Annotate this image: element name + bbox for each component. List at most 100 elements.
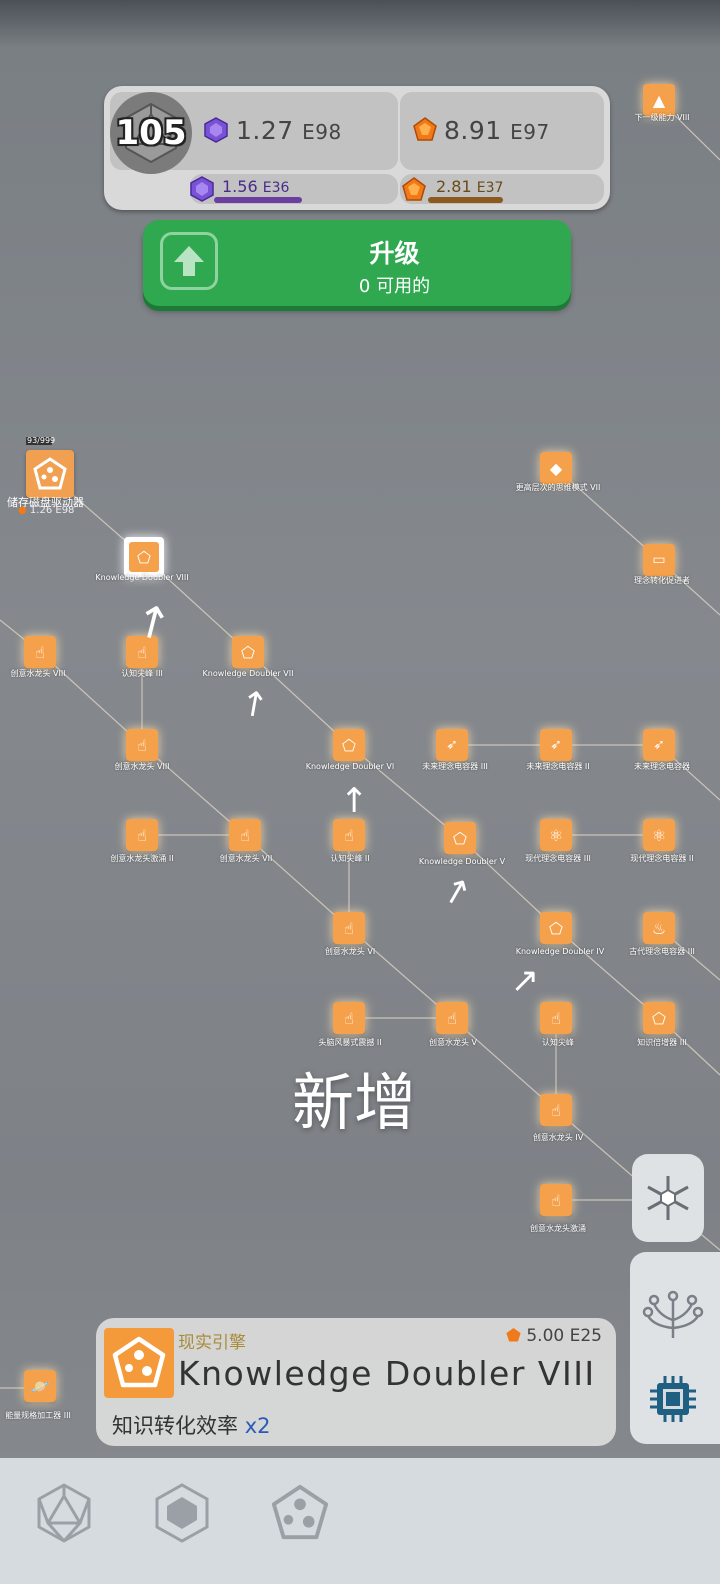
selected-node-card[interactable]: 现实引擎 ⬟ 5.00 E25 Knowledge Doubler VIII 知… [96,1318,616,1446]
node-label: 创意水龙头 VII [219,854,273,863]
node-label: 能量规格加工器 III [5,1411,71,1420]
tree-node[interactable]: ☝ [333,912,365,944]
storage-drive-node[interactable] [26,450,74,498]
cookie-icon: ⬠ [549,918,563,938]
d20-tab-icon [37,1483,91,1543]
cookie-icon: ⬠ [652,1008,666,1028]
purple-gem-icon [204,117,228,147]
node-label: 创意水龙头 V [428,1038,478,1047]
node-label: 未来理念电容器 III [422,762,488,771]
chip-icon: ▭ [652,552,666,568]
network-button[interactable] [632,1154,704,1242]
storage-count: 93/999 [27,436,56,445]
chip-icon [650,1376,696,1422]
upgrade-button[interactable]: 升级 0 可用的 [143,220,571,306]
arrow-up-icon [160,232,218,290]
orange-rate-gem-icon [402,177,426,205]
node-name: Knowledge Doubler VIII [178,1354,596,1393]
node-label: 创意水龙头激涌 [530,1224,586,1233]
hand-icon: ☝ [240,825,250,845]
node-cost: ⬟ 5.00 E25 [506,1326,602,1346]
node-label: 认知尖峰 [542,1038,574,1047]
node-label: 头脑风暴式震撼 II [318,1038,382,1047]
cookie-icon: ⬠ [137,547,151,567]
node-label: 创意水龙头 VI [324,947,376,956]
atom-icon: ⚛ [651,825,667,845]
hand-icon: ☝ [137,825,147,845]
node-effect: 知识转化效率 x2 [112,1414,271,1438]
tree-node[interactable]: ⬠ [540,912,572,944]
node-label: 未来理念电容器 II [526,762,590,771]
tree-node[interactable]: ➶ [436,729,468,761]
tree-node[interactable]: ☝ [24,636,56,668]
guide-arrow: ↑ [236,682,272,728]
level-badge[interactable]: 105 [110,92,192,174]
purple-rate: 1.56 E36 [222,177,290,196]
node-label: Knowledge Doubler V [418,857,506,866]
level-value: 105 [115,113,187,153]
upgrade-available: 0 可用的 [358,276,431,297]
tree-node[interactable]: ☝ [540,1094,572,1126]
rocket-icon: ➶ [653,737,665,753]
node-label: 现代理念电容器 II [630,854,694,863]
node-label: 现代理念电容器 III [525,854,591,863]
orange-rate-progress [428,197,503,203]
tree-node[interactable]: ☝ [229,819,261,851]
tree-node[interactable]: ⚛ [540,819,572,851]
tree-node[interactable]: ⚛ [643,819,675,851]
tree-node[interactable]: ☝ [333,819,365,851]
tree-node-selected[interactable]: ⬠ [124,537,164,577]
node-label: Knowledge Doubler VII [202,669,294,678]
tab-cookie[interactable] [270,1480,330,1546]
flame-icon: ♨ [651,918,667,938]
guide-arrow: ↑ [340,781,369,821]
bottom-tab-bar [0,1458,720,1584]
tree-node[interactable]: ⬠ [643,1002,675,1034]
tree-node[interactable]: ☝ [126,729,158,761]
cookie-icon: ⬠ [453,828,467,848]
tree-node[interactable]: ☝ [333,1002,365,1034]
hand-icon: ☝ [551,1100,561,1120]
cookie-tab-icon [271,1484,329,1540]
upgrade-title: 升级 [369,239,420,268]
orange-rate: 2.81 E37 [436,177,504,196]
tree-node[interactable]: ⬠ [444,822,476,854]
chip-button[interactable] [648,1374,698,1428]
hand-icon: ☝ [551,1008,561,1028]
tree-node[interactable]: ☝ [126,819,158,851]
hand-icon: ☝ [344,825,354,845]
orange-total: 8.91 E97 [444,116,550,145]
tree-node[interactable]: ☝ [540,1002,572,1034]
tab-dice[interactable] [34,1480,94,1546]
tier-icon: ▲ [652,90,666,110]
tree-node[interactable]: ◆ [540,452,572,484]
tree-node[interactable]: ➶ [540,729,572,761]
tree-node[interactable]: ⬠ [232,636,264,668]
cookie-icon [33,457,67,490]
hand-icon: ☝ [137,735,147,755]
tree-icon[interactable] [640,1276,706,1346]
node-label: 创意水龙头 VIII [10,669,66,678]
tab-hexagon[interactable] [152,1480,212,1546]
node-label: Knowledge Doubler VIII [95,573,189,582]
node-label: 认知尖峰 III [121,669,163,678]
tree-node[interactable]: ☝ [436,1002,468,1034]
node-label: 知识倍增器 III [637,1038,687,1047]
resource-panel: 105 1.27 E98 8.91 E97 1.56 E36 2.81 E37 [104,86,610,210]
orange-gem-icon: ⬟ [506,1326,521,1346]
hand-icon: ☝ [344,1008,354,1028]
rocket-icon: ➶ [550,737,562,753]
tree-node[interactable]: 🪐 [24,1370,56,1402]
hexagon-tab-icon [155,1483,209,1543]
tree-node[interactable]: ⬠ [333,729,365,761]
node-label: 创意水龙头激涌 II [110,854,174,863]
node-label: 未来理念电容器 [634,762,690,771]
node-label: 理念转化促进者 [634,576,690,585]
tree-node[interactable]: ➶ [643,729,675,761]
hand-icon: ☝ [344,918,354,938]
tree-node[interactable]: ♨ [643,912,675,944]
tree-node[interactable]: ☝ [540,1184,572,1216]
cookie-icon: ⬠ [241,642,255,662]
cookie-icon [104,1328,174,1398]
tree-node[interactable]: ▭ [643,544,675,576]
